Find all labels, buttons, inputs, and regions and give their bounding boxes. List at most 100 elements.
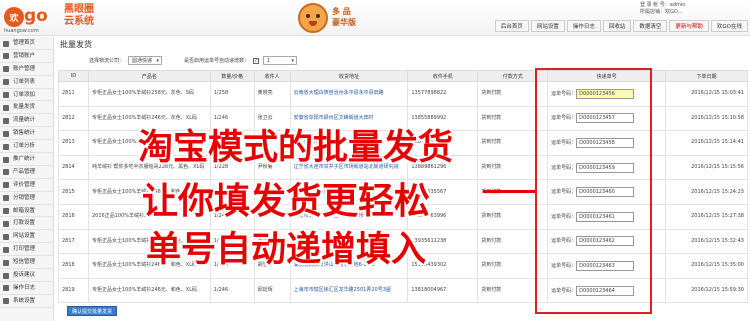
- logo-url: huangow.com: [4, 28, 39, 34]
- logo-circle: 欢: [4, 7, 24, 27]
- sidebar-item-label: 管理首页: [13, 40, 36, 46]
- sidebar: 管理首页营销账户账户管理订单列表订单添加批量发货流量统计销售统计订单分析推广统计…: [0, 37, 54, 321]
- sidebar-item[interactable]: 流量统计: [0, 114, 53, 128]
- cell-date: 2016/12/15 15:14:41: [665, 130, 748, 156]
- cell-id: 2818: [58, 253, 89, 279]
- sidebar-item[interactable]: 操作日志: [0, 282, 53, 295]
- sidebar-item[interactable]: 账户管理: [0, 63, 53, 76]
- top-nav: 后台首页 网站设置 操作日志 回收站 数据清空 更新与帮助 欢GO在线: [494, 20, 748, 32]
- sidebar-item[interactable]: 销售统计: [0, 127, 53, 141]
- sidebar-item-label: 产品管理: [13, 168, 36, 175]
- cell-product: 专柜正品女士100%羊绒衫258元、灰色、S码: [87, 81, 211, 107]
- cell-id: 2814: [58, 154, 89, 181]
- sidebar-item[interactable]: 邮箱设置: [0, 205, 53, 218]
- menu-icon: [3, 117, 9, 124]
- sidebar-item[interactable]: 订单分析: [0, 140, 53, 154]
- sidebar-item-label: 打款设置: [13, 220, 36, 227]
- sidebar-item[interactable]: 投诉建议: [0, 269, 53, 282]
- sidebar-item-label: 批量发货: [13, 104, 36, 111]
- cell-date: 2016/12/15 15:15:56: [665, 154, 748, 181]
- top-nav-item[interactable]: 数据清空: [633, 20, 668, 32]
- column-header: 产品名: [87, 70, 211, 82]
- menu-icon: [3, 285, 9, 292]
- cell-date: 2016/12/15 15:35:00: [665, 253, 748, 279]
- cell-qty: 1/246: [209, 277, 255, 304]
- cell-id: 2812: [58, 105, 89, 132]
- cell-date: 2016/12/15 15:03:41: [665, 81, 748, 107]
- top-nav-item[interactable]: 网站设置: [530, 20, 565, 32]
- filter-bar: 选择物流公司： 圆通快递 是否启用运单号自动递增数： ✓ 1: [89, 56, 298, 65]
- brand-name: 黑眼圈 云系统: [64, 4, 94, 28]
- cell-id: 2817: [58, 228, 89, 255]
- carrier-label: 选择物流公司：: [89, 58, 125, 64]
- sidebar-item[interactable]: 营销账户: [0, 50, 53, 63]
- increment-label: 是否启用运单号自动递增数：: [184, 58, 250, 64]
- edition-line2: 豪华版: [332, 18, 356, 27]
- column-header: 收件人: [253, 70, 291, 82]
- sidebar-item-label: 推广统计: [13, 156, 36, 163]
- sidebar-item-label: 评价管理: [13, 181, 36, 188]
- user-info: 登 录 帐 号：admin 所属店铺：欢GO...: [640, 2, 685, 16]
- sidebar-item-label: 网站设置: [13, 233, 36, 240]
- sidebar-item-label: 打印管理: [13, 246, 36, 253]
- sidebar-item[interactable]: 网站设置: [0, 230, 53, 244]
- sidebar-item[interactable]: 系统设置: [0, 295, 53, 308]
- top-nav-item[interactable]: 欢GO在线: [710, 20, 748, 32]
- sidebar-item-label: 销售统计: [13, 130, 36, 137]
- column-header: 收件手机: [407, 70, 479, 82]
- promo-arrow: [483, 190, 535, 193]
- increment-step-select[interactable]: 1: [263, 56, 298, 65]
- menu-icon: [3, 220, 9, 227]
- cell-addr: 云南省大理白族自治州永平县永平县旧路: [289, 81, 409, 107]
- promo-line3: 单号自动递增填入: [146, 230, 427, 270]
- menu-icon: [3, 298, 9, 305]
- sidebar-item[interactable]: 分销管理: [0, 192, 53, 205]
- sidebar-item-label: 账户管理: [13, 65, 36, 72]
- tracking-highlight-box: [535, 68, 652, 314]
- top-nav-item[interactable]: 回收站: [602, 20, 632, 32]
- menu-icon: [3, 182, 9, 189]
- sidebar-item-label: 投诉建议: [13, 272, 36, 279]
- sidebar-item-label: 分销管理: [13, 194, 36, 201]
- sidebar-item[interactable]: 批量发货: [0, 101, 53, 115]
- cell-date: 2016/12/15 15:59:30: [665, 277, 748, 304]
- top-nav-item[interactable]: 操作日志: [566, 20, 601, 32]
- cell-product: 专柜正品女士100%羊绒衫246元、和色、XL码: [87, 277, 211, 304]
- edition-line1: 多 品: [332, 7, 351, 16]
- sidebar-item[interactable]: 打款设置: [0, 217, 53, 231]
- menu-icon: [3, 143, 9, 150]
- menu-icon: [3, 272, 9, 279]
- menu-icon: [3, 130, 9, 137]
- mascot-icon: [298, 3, 328, 33]
- cell-date: 2016/12/15 15:10:58: [665, 105, 748, 132]
- logo[interactable]: 欢 go huangow.com: [4, 4, 60, 34]
- sidebar-item[interactable]: 打印管理: [0, 243, 53, 257]
- top-nav-item[interactable]: 后台首页: [494, 20, 529, 32]
- sidebar-item[interactable]: 订单添加: [0, 89, 53, 102]
- sidebar-item[interactable]: 管理首页: [0, 37, 53, 50]
- sidebar-item[interactable]: 评价管理: [0, 179, 53, 192]
- promo-line1: 淘宝模式的批量发货: [138, 128, 454, 168]
- column-header: 下单日期: [665, 70, 748, 82]
- menu-icon: [3, 195, 9, 202]
- sidebar-item-label: 订单添加: [13, 91, 36, 98]
- cell-date: 2016/12/15 15:24:23: [665, 179, 748, 205]
- column-header: 收货地址: [289, 70, 409, 82]
- increment-checkbox[interactable]: ✓: [253, 57, 260, 64]
- sidebar-item[interactable]: 产品管理: [0, 166, 53, 179]
- cell-name: 邱廷辉: [253, 277, 291, 304]
- submit-batch-button[interactable]: 确认提交批量发货: [67, 306, 118, 316]
- menu-icon: [3, 104, 9, 111]
- page-title: 批量发货: [60, 40, 92, 49]
- carrier-select[interactable]: 圆通快递: [128, 56, 163, 65]
- cell-id: 2819: [58, 277, 89, 304]
- sidebar-item[interactable]: 推广统计: [0, 153, 53, 166]
- app-header: 欢 go huangow.com 黑眼圈 云系统 多 品 豪华版 登 录 帐 号…: [0, 0, 750, 36]
- promo-line2: 让你填发货更轻松: [142, 181, 431, 222]
- sidebar-item[interactable]: 短信管理: [0, 256, 53, 270]
- cell-phone: 13577898822: [407, 81, 479, 107]
- top-nav-item[interactable]: 更新与帮助: [669, 20, 709, 32]
- sidebar-item[interactable]: 订单列表: [0, 76, 53, 89]
- edition-label: 多 品 豪华版: [332, 6, 356, 28]
- sidebar-item-label: 邮箱设置: [13, 207, 36, 214]
